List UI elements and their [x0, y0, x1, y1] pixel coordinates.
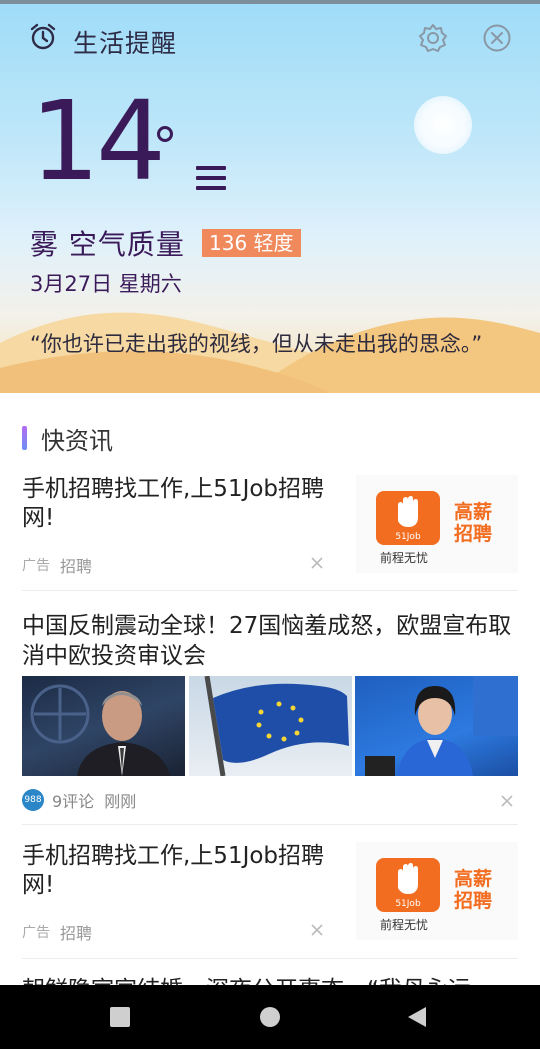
hand-icon: [398, 496, 418, 527]
banner-highlight: 高薪 招聘: [454, 868, 492, 912]
daily-quote: “你也许已走出我的视线，但从未走出我的思念。”: [30, 332, 483, 356]
dismiss-icon[interactable]: [500, 794, 514, 808]
news-images: [22, 676, 518, 776]
banner-highlight-1: 高薪: [454, 501, 493, 523]
banner-highlight-2: 招聘: [454, 890, 493, 912]
ad-title: 手机招聘找工作,上51Job招聘网!: [22, 843, 325, 898]
51job-logo: 51Job: [376, 491, 440, 545]
news-time: 刚刚: [104, 792, 137, 811]
news-image-2: [188, 676, 352, 776]
hand-icon: [398, 863, 418, 894]
degree-symbol: [157, 126, 173, 142]
section-header: 快资讯: [22, 423, 113, 455]
section-title: 快资讯: [41, 426, 113, 455]
recent-apps-icon[interactable]: [109, 1006, 131, 1028]
news-image-1: [22, 676, 185, 776]
close-circle-icon[interactable]: [482, 23, 512, 53]
banner-slogan: 前程无忧: [380, 551, 429, 565]
ad-meta: 广告 招聘: [22, 553, 92, 577]
ad-item[interactable]: 手机招聘找工作,上51Job招聘网! 广告 招聘 51Job 前程无忧 高薪 招…: [22, 842, 518, 952]
dismiss-icon[interactable]: [310, 556, 324, 570]
banner-highlight-1: 高薪: [454, 868, 493, 890]
gear-icon[interactable]: [418, 23, 448, 53]
page-title: 生活提醒: [73, 29, 178, 58]
navigation-bar: [0, 985, 540, 1049]
divider: [22, 590, 518, 591]
weather-condition: 雾 空气质量: [30, 228, 185, 261]
ad-item[interactable]: 手机招聘找工作,上51Job招聘网! 广告 招聘 51Job 前程无忧 高薪 招…: [22, 475, 518, 585]
ad-banner-image: 51Job 前程无忧 高薪 招聘: [356, 842, 518, 940]
back-icon[interactable]: [406, 1006, 428, 1028]
ad-tag: 广告: [22, 558, 50, 574]
news-feed[interactable]: 快资讯 手机招聘找工作,上51Job招聘网! 广告 招聘 51Job 前程无忧 …: [0, 393, 540, 985]
news-title: 中国反制震动全球！27国恼羞成怒，欧盟宣布取消中欧投资审议会: [22, 613, 512, 669]
section-accent-bar: [22, 426, 27, 450]
ad-title: 手机招聘找工作,上51Job招聘网!: [22, 476, 325, 531]
ad-source: 招聘: [60, 557, 93, 576]
aqi-badge: 136 轻度: [202, 229, 301, 257]
news-source-icon: 988: [22, 789, 44, 811]
news-item[interactable]: 中国反制震动全球！27国恼羞成怒，欧盟宣布取消中欧投资审议会 988 9评论 刚…: [22, 611, 518, 816]
date-text: 3月27日 星期六: [30, 272, 182, 296]
divider: [22, 824, 518, 825]
ad-tag: 广告: [22, 925, 50, 941]
logo-text: 51Job: [395, 899, 421, 909]
news-image-3: [355, 676, 518, 776]
comment-count: 9评论: [52, 792, 95, 811]
ad-banner-image: 51Job 前程无忧 高薪 招聘: [356, 475, 518, 573]
news-item[interactable]: 朝鲜隐室家结婚，深夜公开事态，“我母永远: [22, 975, 518, 985]
banner-slogan: 前程无忧: [380, 918, 429, 932]
news-meta: 988 9评论 刚刚: [22, 788, 136, 812]
divider: [22, 958, 518, 959]
news-title: 朝鲜隐室家结婚，深夜公开事态，“我母永远: [22, 975, 518, 985]
temperature-value: 14: [30, 77, 166, 205]
logo-text: 51Job: [395, 532, 421, 542]
banner-highlight-2: 招聘: [454, 523, 493, 545]
ad-meta: 广告 招聘: [22, 920, 92, 944]
menu-icon[interactable]: [196, 166, 226, 192]
home-icon[interactable]: [259, 1006, 281, 1028]
dismiss-icon[interactable]: [310, 923, 324, 937]
sun-graphic: [414, 96, 472, 154]
alarm-clock-icon: [30, 23, 56, 50]
51job-logo: 51Job: [376, 858, 440, 912]
ad-source: 招聘: [60, 924, 93, 943]
banner-highlight: 高薪 招聘: [454, 501, 492, 545]
weather-card: 生活提醒 14 雾 空气质量 136 轻度 3月27日 星期六 “你也许已走出我…: [0, 4, 540, 393]
